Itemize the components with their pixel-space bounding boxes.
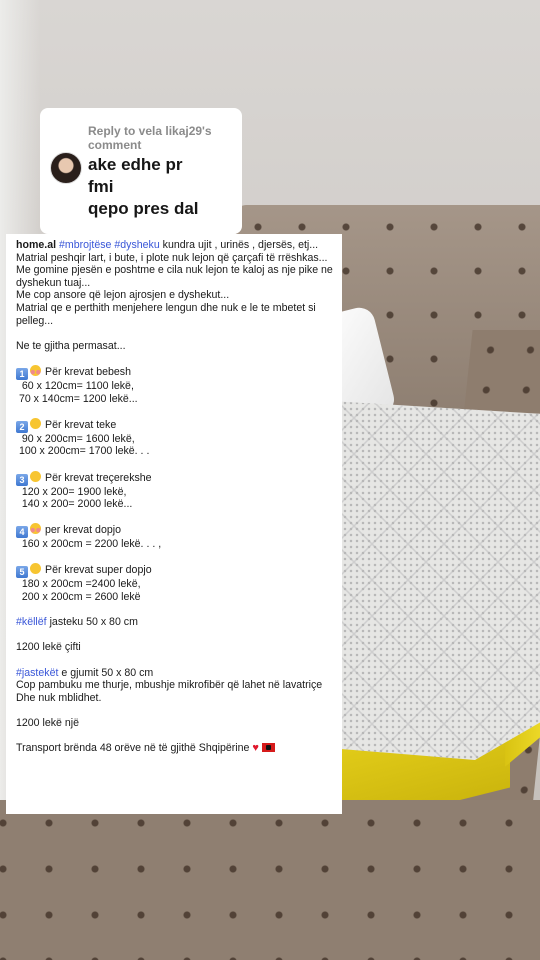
keycap-3-icon: 3 [16, 473, 28, 486]
keycap-2-icon: 2 [16, 420, 28, 433]
reply-line: fmi [88, 177, 114, 196]
size-line: 200 x 200cm = 2600 lekë [16, 591, 141, 604]
size-line: 70 x 140cm= 1200 lekë... [16, 392, 138, 405]
size-group-label: Për krevat teke [45, 418, 117, 431]
reply-line: ake edhe pr [88, 155, 183, 174]
hashtag-link[interactable]: #këllëf [16, 616, 47, 628]
smiling-face-with-hearts-emoji [30, 364, 41, 376]
caption-card: home.al #mbrojtëse #dysheku kundra ujit … [6, 234, 342, 814]
size-line: 180 x 200cm =2400 lekë, [16, 578, 141, 591]
size-group-title: 1 Për krevat bebesh [16, 364, 338, 380]
caption-line: Ne te gjitha permasat... [16, 339, 126, 352]
caption-text-span: jasteku 50 x 80 cm [49, 616, 138, 629]
keycap-5-icon: 5 [16, 566, 28, 579]
reply-header: Reply to vela likaj29's comment [88, 124, 212, 152]
heart-icon: ♥ [252, 742, 259, 755]
caption-text-span: kundra ujit , urinës , djersës, etj... [162, 239, 319, 251]
size-group-title: 3 Për krevat treçerekshe [16, 470, 338, 486]
caption-text-span: e gjumit 50 x 80 cm [61, 666, 154, 679]
reply-comment-sticker[interactable]: Reply to vela likaj29's comment ake edhe… [40, 108, 242, 234]
caption-line: Me gomine pjesën e poshtme e cila nuk le… [16, 264, 333, 289]
hashtag-link[interactable]: #dysheku [114, 239, 159, 251]
tufted-footboard [0, 800, 540, 960]
size-line: 100 x 200cm= 1700 lekë. . . [16, 445, 150, 458]
caption-text: home.al #mbrojtëse #dysheku kundra ujit … [16, 239, 338, 755]
cushion-price: 1200 lekë një [16, 717, 80, 729]
caption-line: Cop pambuku me thurje, mbushje mikrofibë… [16, 679, 323, 692]
caption-line: Matrial qe e perthith menjehere lengun d… [16, 301, 316, 327]
size-line: 160 x 200cm = 2200 lekë. . . , [16, 538, 162, 551]
smiling-face-with-hearts-emoji [30, 523, 41, 535]
commenter-avatar [50, 152, 82, 184]
brand-name: home.al [16, 239, 57, 251]
size-line: 120 x 200= 1900 lekë, [16, 485, 127, 498]
caption-line: Dhe nuk mblidhet. [16, 691, 102, 704]
caption-line: Matrial peshqir lart, i bute, i plote nu… [16, 251, 328, 264]
size-group-title: 5 Për krevat super dopjo [16, 563, 338, 579]
size-group-label: Për krevat treçerekshe [45, 471, 152, 484]
size-group-label: Për krevat super dopjo [45, 564, 152, 577]
keycap-4-icon: 4 [16, 526, 28, 539]
size-group-label: per krevat dopjo [45, 524, 121, 537]
size-line: 90 x 200cm= 1600 lekë, [16, 432, 135, 445]
caption-line: Me cop ansore që lejon ajrosjen e dyshek… [16, 289, 230, 302]
size-group-label: Për krevat bebesh [45, 365, 131, 378]
hashtag-link[interactable]: #mbrojtëse [59, 239, 111, 251]
albania-flag-icon [261, 743, 275, 753]
transport-line: Transport brënda 48 orëve në të gjithë S… [16, 742, 338, 755]
cushion-line: #jastekët e gjumit 50 x 80 cm [16, 667, 338, 680]
hugging-face-emoji [30, 470, 41, 482]
smiling-face-emoji [30, 563, 41, 575]
pillow-case-line: #këllëf jasteku 50 x 80 cm [16, 616, 338, 629]
size-line: 60 x 120cm= 1100 lekë, [16, 379, 134, 392]
size-group-title: 4 per krevat dopjo [16, 523, 338, 539]
reply-comment-text: ake edhe pr fmi qepo pres dal [88, 154, 238, 220]
size-line: 140 x 200= 2000 lekë... [16, 498, 133, 511]
reply-line: qepo pres dal [88, 199, 199, 218]
smiling-face-emoji [30, 417, 41, 429]
caption-intro-line: home.al #mbrojtëse #dysheku kundra ujit … [16, 239, 338, 252]
keycap-1-icon: 1 [16, 367, 28, 380]
hashtag-link[interactable]: #jastekët [16, 667, 58, 679]
pillow-case-price: 1200 lekë çifti [16, 641, 81, 654]
size-group-title: 2 Për krevat teke [16, 417, 338, 433]
transport-text: Transport brënda 48 orëve në të gjithë S… [16, 742, 250, 755]
